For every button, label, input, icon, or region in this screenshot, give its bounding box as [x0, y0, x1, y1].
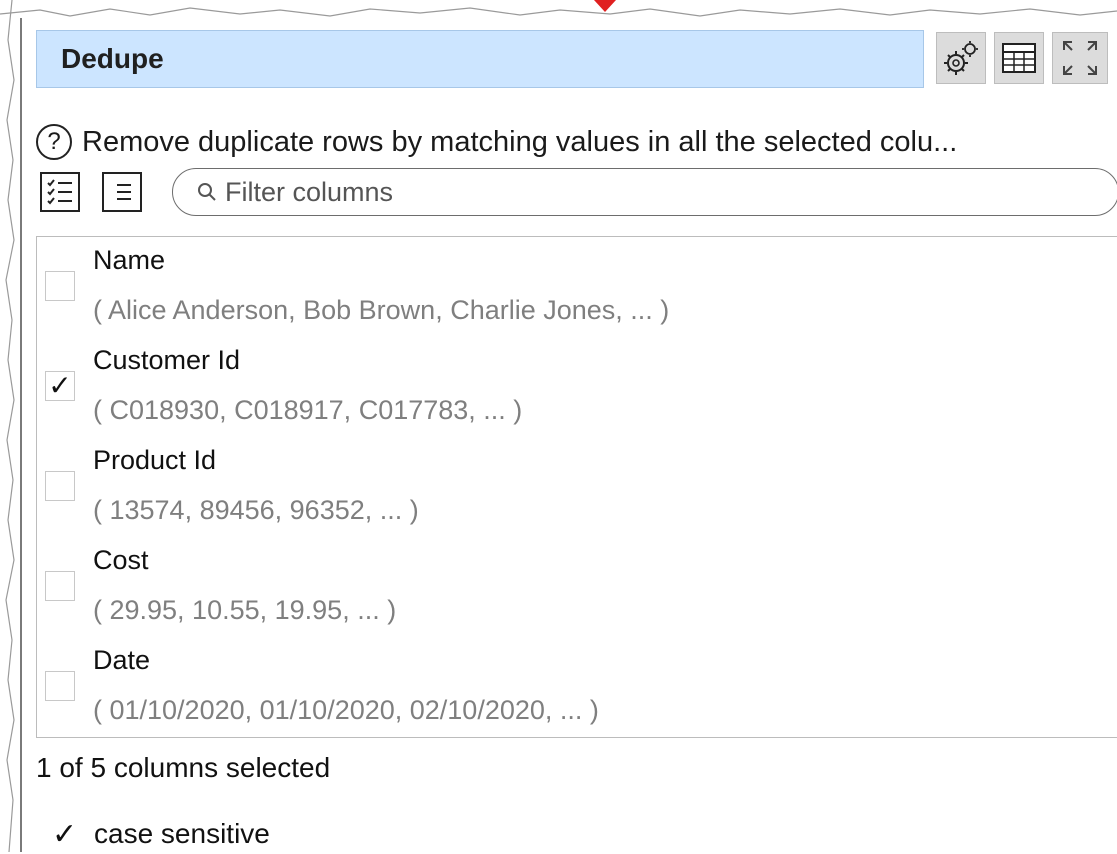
list-item[interactable]: ✓ Customer Id ( C018930, C018917, C01778… [37, 339, 1117, 439]
expand-button[interactable] [1052, 32, 1108, 84]
column-name: Product Id [93, 445, 217, 475]
list-item[interactable]: Date ( 01/10/2020, 01/10/2020, 02/10/202… [37, 639, 1117, 739]
list-item[interactable]: Product Id ( 13574, 89456, 96352, ... ) [37, 439, 1117, 539]
case-sensitive-option[interactable]: ✓ case sensitive [52, 814, 270, 854]
column-name: Customer Id [93, 345, 241, 375]
title-bar: Dedupe [36, 30, 1117, 92]
filter-columns-input[interactable] [223, 175, 1087, 209]
select-none-button[interactable] [102, 172, 142, 212]
select-all-button[interactable] [40, 172, 80, 212]
column-sample-values: ( 13574, 89456, 96352, ... ) [93, 495, 419, 525]
help-icon[interactable]: ? [36, 124, 72, 160]
column-sample-values: ( Alice Anderson, Bob Brown, Charlie Jon… [93, 295, 670, 325]
column-checkbox[interactable] [45, 671, 75, 701]
column-checkbox[interactable] [45, 571, 75, 601]
column-checkbox[interactable] [45, 271, 75, 301]
torn-edge-left [5, 0, 15, 852]
column-name: Cost [93, 545, 149, 575]
column-checkbox[interactable]: ✓ [45, 371, 75, 401]
column-sample-values: ( 29.95, 10.55, 19.95, ... ) [93, 595, 397, 625]
expand-icon [1063, 41, 1097, 75]
column-sample-values: ( 01/10/2020, 01/10/2020, 02/10/2020, ..… [93, 695, 599, 725]
filter-box [172, 168, 1117, 216]
panel-title: Dedupe [61, 43, 164, 74]
column-name: Date [93, 645, 151, 675]
column-name: Name [93, 245, 166, 275]
checklist-icon [47, 179, 72, 205]
dedupe-panel: Dedupe ? Remove duplicate rows by matchi… [20, 18, 1117, 852]
column-list: Name ( Alice Anderson, Bob Brown, Charli… [36, 236, 1117, 738]
table-view-button[interactable] [994, 32, 1044, 84]
column-tools-row [40, 168, 1117, 218]
column-checkbox[interactable] [45, 471, 75, 501]
list-item[interactable]: Name ( Alice Anderson, Bob Brown, Charli… [37, 239, 1117, 339]
list-icon [117, 184, 131, 200]
description-row: ? Remove duplicate rows by matching valu… [36, 120, 1117, 164]
list-item[interactable]: Cost ( 29.95, 10.55, 19.95, ... ) [37, 539, 1117, 639]
column-sample-values: ( C018930, C018917, C017783, ... ) [93, 395, 523, 425]
pointer-arrow-icon [594, 0, 616, 12]
case-sensitive-checkbox[interactable]: ✓ [52, 817, 80, 852]
selection-status: 1 of 5 columns selected [36, 752, 331, 783]
table-icon [1002, 43, 1036, 73]
gears-icon [944, 41, 978, 75]
description-text: Remove duplicate rows by matching values… [82, 125, 958, 158]
search-icon [198, 183, 216, 201]
settings-button[interactable] [936, 32, 986, 84]
title-box[interactable]: Dedupe [36, 30, 924, 88]
case-sensitive-label: case sensitive [94, 818, 270, 849]
